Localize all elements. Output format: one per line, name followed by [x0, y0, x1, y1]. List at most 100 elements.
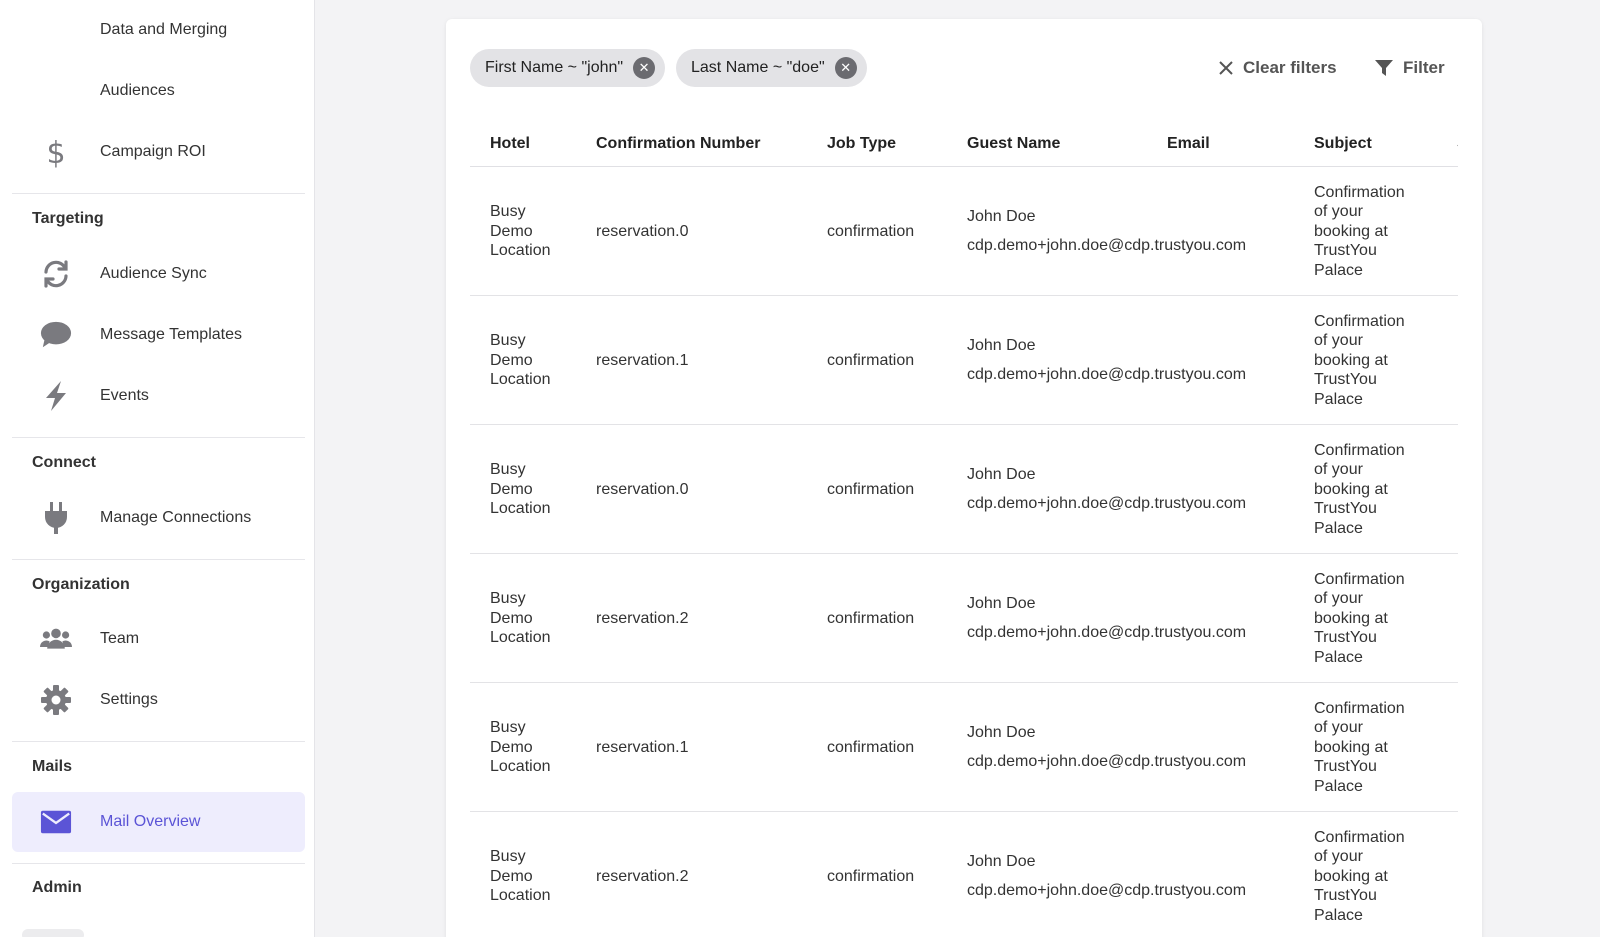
filter-button[interactable]: Filter	[1375, 53, 1445, 83]
cell-subject-line: Confirmation	[1314, 699, 1405, 717]
sidebar-item-label: Message Templates	[100, 326, 242, 343]
table-row[interactable]: Busy Demo Location reservation.1 confirmatio…	[470, 683, 1458, 812]
column-header-email[interactable]: Email	[1167, 135, 1210, 153]
sidebar-item-data-and-merging[interactable]: Data and Merging	[12, 0, 305, 60]
cell-hotel-line: Busy	[490, 332, 526, 350]
sidebar-item-label: Events	[100, 387, 149, 404]
column-header-truncated[interactable]: S	[1457, 135, 1458, 153]
sidebar-item-label: Settings	[100, 691, 158, 708]
cell-subject-line: Palace	[1314, 777, 1363, 795]
cell-subject-line: of your	[1314, 590, 1363, 608]
cell-hotel-line: Demo	[490, 480, 533, 498]
table-row[interactable]: Busy Demo Location reservation.2 confirmatio…	[470, 812, 1458, 937]
cell-hotel: Busy Demo Location	[490, 460, 580, 519]
cell-hotel: Busy Demo Location	[490, 718, 580, 777]
cell-hotel: Busy Demo Location	[490, 847, 580, 906]
cell-job-type: confirmation	[827, 609, 915, 627]
sidebar-item-message-templates[interactable]: Message Templates	[12, 305, 305, 365]
sidebar-divider	[12, 741, 305, 742]
cell-subject-line: booking at	[1314, 480, 1388, 498]
clear-filters-label: Clear filters	[1243, 58, 1337, 77]
section-title-organization: Organization	[32, 576, 130, 593]
filter-chip-label: Last Name ~ "doe"	[691, 59, 825, 76]
cell-email: cdp.demo+john.doe@cdp.trustyou.com	[967, 236, 1247, 254]
cell-email: cdp.demo+john.doe@cdp.trustyou.com	[967, 881, 1247, 899]
column-header-subject[interactable]: Subject	[1314, 135, 1372, 153]
section-title-connect: Connect	[32, 454, 96, 471]
cell-subject-line: booking at	[1314, 609, 1388, 627]
cell-subject-line: of your	[1314, 203, 1363, 221]
mail-icon	[40, 806, 72, 838]
sidebar-divider	[12, 863, 305, 864]
table-row[interactable]: Busy Demo Location reservation.0 confirmatio…	[470, 425, 1458, 554]
sidebar-item-audiences[interactable]: Audiences	[12, 61, 305, 121]
cell-confirmation-number: reservation.1	[596, 738, 689, 756]
table-row[interactable]: Busy Demo Location reservation.2 confirmatio…	[470, 554, 1458, 683]
cell-job-type: confirmation	[827, 867, 915, 885]
cell-email: cdp.demo+john.doe@cdp.trustyou.com	[967, 494, 1247, 512]
cell-guest-name: John Doe	[967, 594, 1036, 612]
sidebar-item-manage-connections[interactable]: Manage Connections	[12, 488, 305, 548]
table-row[interactable]: Busy Demo Location reservation.1 confirmatio…	[470, 296, 1458, 425]
cell-guest-name: John Doe	[967, 207, 1036, 225]
cell-email: cdp.demo+john.doe@cdp.trustyou.com	[967, 365, 1247, 383]
filter-chip-first-name[interactable]: First Name ~ "john" ✕	[470, 49, 666, 87]
sidebar-divider	[12, 193, 305, 194]
cell-subject-line: booking at	[1314, 222, 1388, 240]
cell-hotel-line: Demo	[490, 222, 533, 240]
cell-hotel-line: Busy	[490, 719, 526, 737]
cell-subject-line: TrustYou	[1314, 371, 1377, 389]
cell-subject-line: of your	[1314, 719, 1363, 737]
cell-hotel: Busy Demo Location	[490, 589, 580, 648]
sidebar-item-audience-sync[interactable]: Audience Sync	[12, 244, 305, 304]
column-header-job-type[interactable]: Job Type	[827, 135, 896, 153]
dollar-icon: $	[40, 136, 72, 168]
sidebar-item-campaign-roi[interactable]: $ Campaign ROI	[12, 122, 305, 182]
cell-hotel-line: Location	[490, 758, 551, 776]
cell-hotel: Busy Demo Location	[490, 331, 580, 390]
cell-subject-line: TrustYou	[1314, 887, 1377, 905]
cell-hotel-line: Demo	[490, 351, 533, 369]
svg-text:$: $	[46, 136, 65, 168]
remove-filter-icon[interactable]: ✕	[633, 57, 656, 79]
sidebar-item-team[interactable]: Team	[12, 609, 305, 669]
cell-hotel-line: Demo	[490, 738, 533, 756]
cell-confirmation-number: reservation.0	[596, 222, 689, 240]
cell-hotel-line: Location	[490, 242, 551, 260]
chat-bubble-icon	[40, 319, 72, 351]
cell-subject-line: TrustYou	[1314, 242, 1377, 260]
sidebar-item-label: Team	[100, 630, 140, 647]
table-row[interactable]: Busy Demo Location reservation.0 confirmatio…	[470, 167, 1458, 296]
cell-subject-line: TrustYou	[1314, 758, 1377, 776]
sidebar-item-label: Mail Overview	[100, 813, 201, 830]
gear-icon	[40, 684, 72, 716]
sidebar-item-events[interactable]: Events	[12, 366, 305, 426]
cell-subject-line: Palace	[1314, 261, 1363, 279]
clear-filters-button[interactable]: Clear filters	[1219, 53, 1337, 83]
filter-chip-last-name[interactable]: Last Name ~ "doe" ✕	[676, 49, 867, 87]
cell-subject-line: Confirmation	[1314, 312, 1405, 330]
cell-hotel-line: Location	[490, 629, 551, 647]
sidebar-item-settings[interactable]: Settings	[12, 670, 305, 730]
column-header-confirmation-number[interactable]: Confirmation Number	[596, 135, 760, 153]
sidebar: Data and Merging Audiences $ Campaign RO…	[0, 0, 315, 937]
cell-job-type: confirmation	[827, 351, 915, 369]
cell-email: cdp.demo+john.doe@cdp.trustyou.com	[967, 752, 1247, 770]
sidebar-item-label: Data and Merging	[100, 21, 228, 38]
cell-job-type: confirmation	[827, 480, 915, 498]
cell-subject-line: Confirmation	[1314, 828, 1405, 846]
remove-filter-icon[interactable]: ✕	[834, 57, 857, 79]
cell-job-type: confirmation	[827, 222, 915, 240]
cell-subject: Confirmation of your booking at TrustYou Pal…	[1314, 183, 1424, 281]
cell-email: cdp.demo+john.doe@cdp.trustyou.com	[967, 623, 1247, 641]
sidebar-item-mail-overview[interactable]: Mail Overview	[12, 792, 305, 852]
filter-chip-label: First Name ~ "john"	[485, 59, 624, 76]
cell-subject-line: booking at	[1314, 738, 1388, 756]
sidebar-item-partial[interactable]	[22, 929, 84, 937]
mail-table: Hotel Confirmation Number Job Type Guest…	[470, 109, 1458, 937]
cell-hotel-line: Location	[490, 887, 551, 905]
section-title-targeting: Targeting	[32, 210, 104, 227]
column-header-hotel[interactable]: Hotel	[490, 135, 530, 153]
funnel-icon	[1375, 59, 1393, 77]
column-header-guest-name[interactable]: Guest Name	[967, 135, 1060, 153]
